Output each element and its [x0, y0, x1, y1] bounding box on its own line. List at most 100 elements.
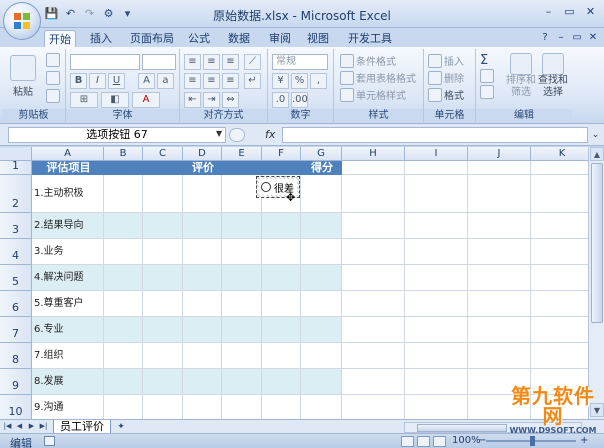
increase-font-button[interactable]: A [138, 73, 155, 89]
align-right-button[interactable]: ≡ [222, 73, 239, 89]
cell[interactable] [405, 291, 468, 317]
fill-color-button[interactable]: ◧ [101, 92, 129, 108]
decrease-decimal-button[interactable]: .00 [291, 92, 308, 108]
row-header[interactable]: 9 [0, 369, 32, 395]
cell[interactable] [143, 369, 183, 395]
cell-styles-button[interactable]: 单元格样式 [340, 87, 406, 102]
font-color-button[interactable]: A [132, 92, 160, 108]
italic-button[interactable]: I [89, 73, 106, 89]
row-header[interactable]: 10 [0, 395, 32, 419]
first-sheet-icon[interactable]: |◀ [2, 421, 13, 432]
find-select-button[interactable]: 查找和 选择 [538, 53, 568, 99]
sort-filter-button[interactable]: 排序和 筛选 [506, 53, 536, 99]
column-header[interactable]: B [104, 147, 143, 161]
cell[interactable] [222, 265, 262, 291]
last-sheet-icon[interactable]: ▶| [38, 421, 49, 432]
cell[interactable] [183, 343, 222, 369]
column-header[interactable]: F [262, 147, 301, 161]
cell[interactable] [468, 343, 531, 369]
tab-view[interactable]: 视图 [303, 30, 333, 47]
cell[interactable] [104, 395, 143, 419]
cell[interactable] [342, 161, 405, 175]
cell[interactable] [301, 213, 342, 239]
cell[interactable] [531, 343, 588, 369]
minimize-button[interactable]: – [538, 3, 559, 20]
clear-button[interactable] [480, 85, 494, 99]
cell[interactable] [183, 395, 222, 419]
cell[interactable] [183, 213, 222, 239]
cell[interactable] [183, 369, 222, 395]
cell[interactable] [301, 395, 342, 419]
cell[interactable] [301, 175, 342, 213]
row-header[interactable]: 5 [0, 265, 32, 291]
font-name-combo[interactable] [70, 54, 140, 70]
cell[interactable] [143, 265, 183, 291]
bold-button[interactable]: B [70, 73, 87, 89]
cell[interactable] [143, 175, 183, 213]
paste-button[interactable]: 粘贴 [10, 55, 36, 98]
tab-home[interactable]: 开始 [44, 30, 76, 47]
cell[interactable] [262, 317, 301, 343]
format-cells-button[interactable]: 格式 [428, 87, 464, 102]
cell[interactable] [183, 317, 222, 343]
macro-record-icon[interactable] [44, 436, 55, 446]
cell[interactable] [143, 395, 183, 419]
cell[interactable] [301, 317, 342, 343]
cell[interactable] [531, 239, 588, 265]
ribbon-restore-icon[interactable]: ▭ [570, 31, 584, 45]
cell[interactable] [262, 265, 301, 291]
row-header[interactable]: 4 [0, 239, 32, 265]
number-format-combo[interactable]: 常规 [272, 54, 328, 70]
page-break-view-button[interactable] [433, 436, 446, 447]
cell[interactable] [468, 213, 531, 239]
formula-bar-splitter[interactable] [229, 128, 245, 142]
column-header[interactable]: H [342, 147, 405, 161]
cell[interactable] [301, 369, 342, 395]
cell[interactable] [183, 239, 222, 265]
cut-button[interactable] [46, 53, 60, 67]
cell[interactable] [531, 317, 588, 343]
cell[interactable] [262, 369, 301, 395]
font-size-combo[interactable] [142, 54, 176, 70]
cell[interactable] [405, 369, 468, 395]
cell[interactable] [301, 265, 342, 291]
tab-insert[interactable]: 插入 [86, 30, 116, 47]
next-sheet-icon[interactable]: ▶ [26, 421, 37, 432]
row-header[interactable]: 6 [0, 291, 32, 317]
cell[interactable] [222, 239, 262, 265]
conditional-format-button[interactable]: 条件格式 [340, 53, 396, 68]
align-middle-button[interactable]: ≡ [203, 54, 220, 70]
align-center-button[interactable]: ≡ [203, 73, 220, 89]
prev-sheet-icon[interactable]: ◀ [14, 421, 25, 432]
autosum-button[interactable]: Σ [480, 53, 488, 68]
column-header[interactable]: K [531, 147, 588, 161]
cell[interactable] [405, 239, 468, 265]
delete-cells-button[interactable]: 删除 [428, 70, 464, 85]
cell[interactable] [222, 213, 262, 239]
cell[interactable] [405, 395, 468, 419]
cell[interactable] [104, 213, 143, 239]
cell[interactable] [468, 161, 531, 175]
cell[interactable] [301, 239, 342, 265]
column-header[interactable]: G [301, 147, 342, 161]
tab-developer[interactable]: 开发工具 [344, 30, 396, 47]
cell[interactable] [342, 265, 405, 291]
close-button[interactable]: ✕ [580, 3, 601, 20]
cell[interactable] [104, 175, 143, 213]
cell[interactable] [104, 343, 143, 369]
page-layout-view-button[interactable] [417, 436, 430, 447]
cell[interactable] [104, 239, 143, 265]
increase-decimal-button[interactable]: .0 [272, 92, 289, 108]
office-button[interactable] [3, 2, 41, 40]
cell[interactable] [342, 213, 405, 239]
cell[interactable] [301, 343, 342, 369]
cell[interactable] [183, 175, 222, 213]
cell[interactable] [262, 343, 301, 369]
tab-formulas[interactable]: 公式 [184, 30, 214, 47]
percent-button[interactable]: % [291, 73, 308, 89]
cell[interactable] [143, 343, 183, 369]
fill-button[interactable] [480, 69, 494, 83]
decrease-indent-button[interactable]: ⇤ [184, 92, 201, 108]
cell[interactable] [262, 291, 301, 317]
cell[interactable] [342, 175, 405, 213]
